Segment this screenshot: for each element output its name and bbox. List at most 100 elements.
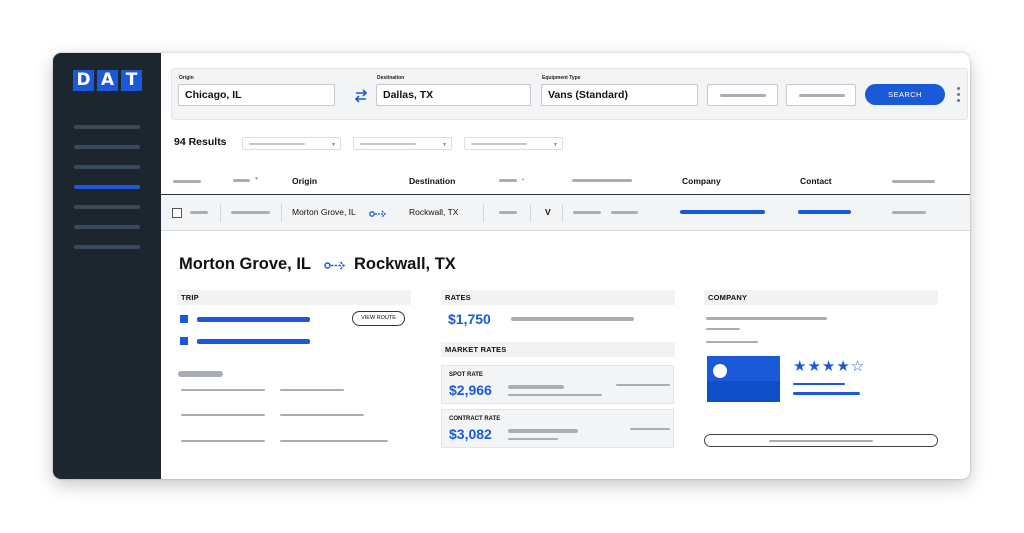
results-count: 94 Results [174, 136, 227, 148]
spot-placeholder [616, 384, 670, 386]
contract-rate-label: CONTRACT RATE [449, 416, 501, 422]
logo-letter-a: A [97, 70, 118, 91]
sidebar-item-6[interactable] [74, 225, 140, 229]
cell-placeholder [499, 211, 517, 214]
swap-arrows-icon[interactable] [354, 88, 368, 104]
cell-placeholder [892, 211, 926, 214]
cell-placeholder [611, 211, 638, 214]
cell-placeholder [231, 211, 270, 214]
cell-divider [483, 204, 484, 222]
detail-destination-title: Rockwall, TX [354, 255, 456, 273]
company-rating-bar [793, 383, 845, 385]
contract-rate-value: $3,082 [449, 426, 492, 442]
column-header-company[interactable]: Company [682, 176, 721, 186]
trip-placeholder [181, 389, 265, 391]
star-rating: ★★★★☆ [793, 357, 866, 375]
trip-placeholder [280, 440, 388, 442]
stop-marker-icon [180, 315, 188, 323]
contract-rate-card: CONTRACT RATE $3,082 [441, 409, 674, 448]
sidebar-nav [74, 125, 140, 265]
company-link[interactable] [680, 210, 765, 214]
company-placeholder [706, 341, 758, 343]
cell-placeholder [190, 211, 208, 214]
filter-dropdown-3[interactable]: ▼ [464, 137, 563, 150]
sidebar-item-3[interactable] [74, 165, 140, 169]
column-header-origin[interactable]: Origin [292, 176, 317, 186]
sidebar: D A T [53, 53, 161, 479]
sidebar-item-1[interactable] [74, 125, 140, 129]
sort-caret-icon[interactable]: ▼ [521, 177, 525, 182]
kebab-menu-icon[interactable] [957, 87, 960, 105]
sort-caret-icon[interactable]: ▼ [254, 176, 259, 182]
equipment-field[interactable]: Vans (Standard) [541, 84, 698, 106]
spot-placeholder [508, 394, 602, 396]
trip-placeholder [181, 414, 265, 416]
sidebar-item-5[interactable] [74, 205, 140, 209]
origin-label: Origin [179, 75, 194, 81]
app-window: D A T Origin Chicago, IL Destination Dal… [53, 53, 970, 479]
row-equipment: V [545, 207, 551, 217]
button-placeholder [769, 440, 873, 442]
header-placeholder[interactable] [233, 179, 250, 182]
sidebar-item-7[interactable] [74, 245, 140, 249]
rates-section-header: RATES [441, 290, 675, 305]
route-arrow-icon [369, 210, 386, 218]
cell-divider [281, 204, 282, 222]
row-checkbox[interactable] [172, 208, 182, 218]
sidebar-item-2[interactable] [74, 145, 140, 149]
equipment-label: Equipment Type [542, 75, 581, 81]
header-placeholder [173, 180, 201, 183]
company-placeholder [706, 317, 827, 320]
company-action-button[interactable] [704, 434, 938, 447]
logo-letter-t: T [121, 70, 142, 91]
cell-divider [562, 204, 563, 222]
rate-placeholder [511, 317, 634, 321]
trip-placeholder [181, 440, 265, 442]
search-panel: Origin Chicago, IL Destination Dallas, T… [171, 68, 968, 120]
company-link[interactable] [793, 392, 860, 395]
route-arrow-icon [324, 261, 346, 270]
main-content: Origin Chicago, IL Destination Dallas, T… [161, 53, 970, 479]
spot-rate-card: SPOT RATE $2,966 [441, 365, 674, 404]
stop-marker-icon [180, 337, 188, 345]
header-placeholder [572, 179, 632, 182]
detail-origin-title: Morton Grove, IL [179, 255, 311, 273]
header-placeholder[interactable] [499, 179, 517, 182]
chevron-down-icon: ▼ [442, 142, 447, 148]
table-row[interactable]: Morton Grove, IL Rockwall, TX V [161, 195, 970, 231]
filter-dropdown-1[interactable]: ▼ [242, 137, 341, 150]
extra-field-1[interactable] [707, 84, 778, 106]
column-header-contact[interactable]: Contact [800, 176, 832, 186]
spot-rate-label: SPOT RATE [449, 372, 483, 378]
filter-dropdown-2[interactable]: ▼ [353, 137, 452, 150]
chevron-down-icon: ▼ [553, 142, 558, 148]
trip-stop-bar [197, 317, 310, 322]
sidebar-item-active[interactable] [74, 185, 140, 189]
destination-field[interactable]: Dallas, TX [376, 84, 531, 106]
company-placeholder [706, 328, 740, 330]
destination-label: Destination [377, 75, 405, 81]
extra-field-2[interactable] [786, 84, 856, 106]
origin-field[interactable]: Chicago, IL [178, 84, 335, 106]
spot-rate-value: $2,966 [449, 382, 492, 398]
trip-placeholder [178, 371, 223, 377]
trip-placeholder [280, 389, 344, 391]
search-button[interactable]: SEARCH [865, 84, 945, 105]
cell-divider [530, 204, 531, 222]
company-logo-image [707, 356, 780, 402]
header-placeholder [892, 180, 935, 183]
cell-divider [220, 204, 221, 222]
placeholder-bar [799, 94, 845, 97]
contract-placeholder [630, 428, 670, 430]
placeholder-bar [720, 94, 766, 97]
view-route-button[interactable]: VIEW ROUTE [352, 311, 405, 326]
contract-placeholder [508, 429, 578, 433]
cell-placeholder [573, 211, 601, 214]
company-section-header: COMPANY [704, 290, 938, 305]
rate-value: $1,750 [448, 311, 491, 327]
column-header-destination[interactable]: Destination [409, 176, 455, 186]
row-destination: Rockwall, TX [409, 207, 459, 217]
dat-logo[interactable]: D A T [73, 70, 142, 91]
contact-link[interactable] [798, 210, 851, 214]
trip-stop-bar [197, 339, 310, 344]
